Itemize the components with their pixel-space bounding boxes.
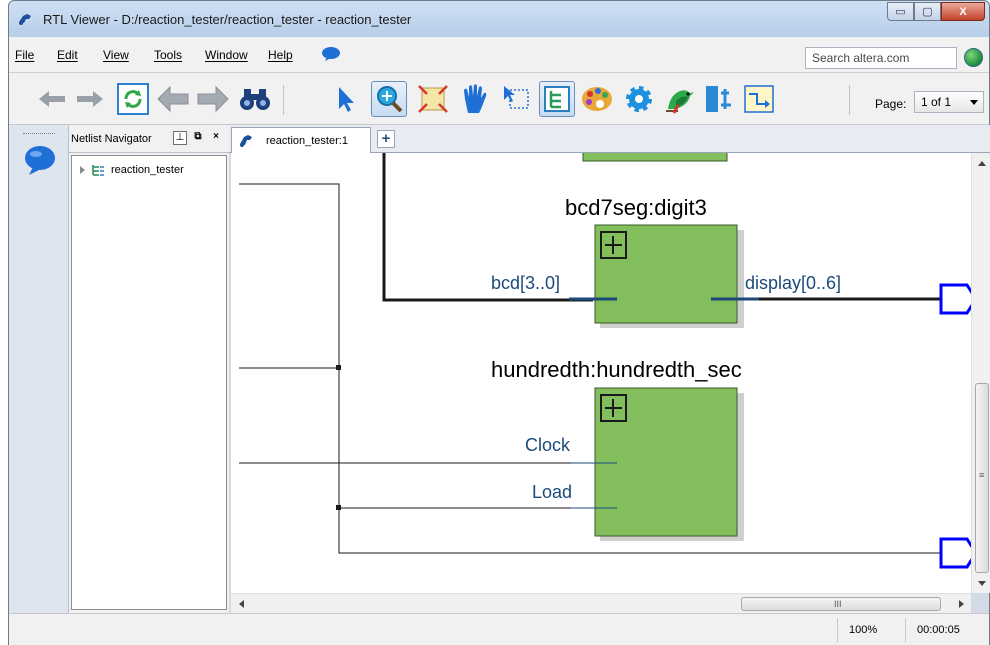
back-arrow-icon[interactable] [155, 81, 191, 117]
status-time: 00:00:05 [917, 624, 960, 636]
schematic-canvas[interactable]: bcd7seg:digit3 bcd[3..0] display[0..6] h… [231, 153, 971, 593]
tree-item-reaction-tester[interactable]: reaction_tester [80, 164, 184, 176]
scroll-grip: III [834, 599, 842, 609]
maximize-button[interactable]: ▢ [914, 2, 941, 21]
globe-icon[interactable] [964, 48, 983, 67]
search-input[interactable]: Search altera.com [805, 47, 957, 69]
navigator-controls: ⊥ ⧉ × [173, 131, 223, 145]
block-hundredth-sec [594, 387, 738, 537]
status-separator [905, 618, 906, 642]
block-name-bcd7seg: bcd7seg:digit3 [565, 195, 707, 220]
binoculars-icon[interactable] [237, 81, 273, 117]
palette-icon[interactable] [579, 81, 615, 117]
selection-rect-icon[interactable] [499, 81, 535, 117]
dock-grip[interactable] [23, 133, 55, 135]
gear-icon[interactable] [621, 81, 657, 117]
navigator-tree: reaction_tester [71, 155, 227, 610]
port-label-bcd: bcd[3..0] [491, 273, 561, 293]
tab-label: reaction_tester:1 [266, 135, 348, 147]
forward-arrow-icon[interactable] [195, 81, 231, 117]
menu-tools[interactable]: Tools [154, 48, 182, 62]
select-pointer-icon[interactable] [329, 81, 365, 117]
navigator-title: Netlist Navigator [71, 133, 152, 145]
horizontal-scrollbar[interactable]: III [231, 593, 971, 613]
window-controls: ▭ ▢ X [887, 2, 985, 21]
vertical-scroll-thumb[interactable]: ≡ [975, 383, 989, 573]
horizontal-scroll-thumb[interactable]: III [741, 597, 941, 611]
hierarchy-icon[interactable] [539, 81, 575, 117]
tab-bar: reaction_tester:1 + [229, 125, 990, 153]
rtl-viewer-window: RTL Viewer - D:/reaction_tester/reaction… [8, 0, 990, 645]
page-select[interactable]: 1 of 1 [914, 91, 984, 113]
vertical-scrollbar[interactable]: ≡ [971, 153, 990, 593]
minimize-button[interactable]: ▭ [887, 2, 914, 21]
chat-bubble-icon[interactable] [321, 46, 341, 62]
window-title: RTL Viewer - D:/reaction_tester/reaction… [43, 12, 412, 27]
port-label-load: Load [532, 482, 573, 502]
app-icon [19, 14, 31, 25]
left-dock-strip [9, 125, 69, 613]
forward-icon[interactable] [71, 81, 107, 117]
back-icon[interactable] [35, 81, 71, 117]
page-select-value: 1 of 1 [921, 95, 952, 109]
menu-file[interactable]: File [15, 48, 34, 62]
hand-icon[interactable] [457, 81, 493, 117]
close-icon[interactable]: × [209, 131, 223, 145]
menu-window[interactable]: Window [205, 48, 248, 62]
tree-item-label: reaction_tester [111, 164, 184, 176]
netlist-navigator-panel: Netlist Navigator ⊥ ⧉ × reaction_tester [69, 125, 229, 613]
scroll-left-icon[interactable] [239, 600, 244, 608]
scroll-right-icon[interactable] [959, 600, 964, 608]
status-bar: 100% 00:00:05 [9, 613, 989, 645]
tab-reaction-tester[interactable]: reaction_tester:1 [231, 127, 371, 153]
chevron-down-icon [970, 100, 978, 105]
scroll-grip: ≡ [979, 470, 985, 480]
fit-icon[interactable] [415, 81, 451, 117]
port-label-display: display[0..6] [745, 273, 842, 293]
network-icon[interactable] [701, 81, 737, 117]
port-label-clock: Clock [525, 435, 571, 455]
chat-bubble-icon[interactable] [23, 143, 57, 177]
expand-icon[interactable] [80, 166, 85, 174]
scroll-up-icon[interactable] [978, 161, 986, 166]
close-button[interactable]: X [941, 2, 985, 21]
refresh-icon[interactable] [115, 81, 151, 117]
navigator-header: Netlist Navigator ⊥ ⧉ × [69, 125, 229, 153]
app-icon [240, 135, 252, 147]
title-bar: RTL Viewer - D:/reaction_tester/reaction… [9, 1, 989, 37]
status-zoom: 100% [849, 624, 878, 636]
menu-edit[interactable]: Edit [57, 48, 78, 62]
page-label: Page: [875, 97, 907, 111]
toolbar-separator [283, 85, 284, 115]
block-name-hundredth: hundredth:hundredth_sec [491, 357, 742, 382]
menu-bar: File Edit View Tools Window Help Search … [9, 37, 989, 73]
zoom-icon[interactable] [371, 81, 407, 117]
block-bcd7seg-digit3 [594, 224, 738, 324]
toolbar: Page: 1 of 1 [9, 73, 989, 125]
menu-help[interactable]: Help [268, 48, 293, 62]
flow-icon[interactable] [741, 81, 777, 117]
status-separator [837, 618, 838, 642]
add-tab-button[interactable]: + [377, 130, 395, 148]
bird-icon[interactable] [661, 81, 697, 117]
scroll-down-icon[interactable] [978, 581, 986, 586]
pin-icon[interactable]: ⊥ [173, 131, 187, 145]
hierarchy-icon [92, 165, 104, 176]
float-icon[interactable]: ⧉ [191, 131, 205, 145]
menu-view[interactable]: View [103, 48, 129, 62]
toolbar-separator [849, 85, 850, 115]
